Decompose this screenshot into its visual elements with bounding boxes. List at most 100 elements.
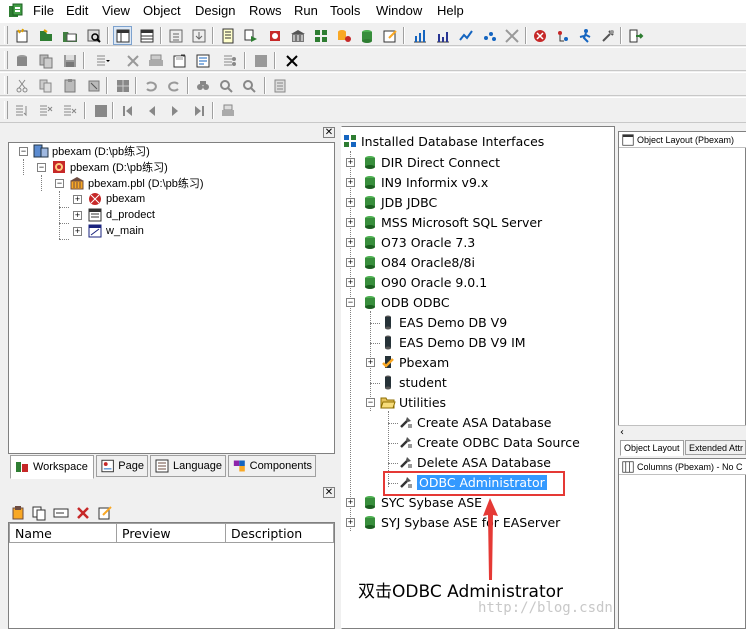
toolbar-grip[interactable] xyxy=(4,101,8,119)
grid2-icon[interactable] xyxy=(91,101,110,120)
filter-icon[interactable] xyxy=(36,101,55,120)
paste-icon[interactable] xyxy=(60,76,79,95)
save-icon[interactable] xyxy=(60,51,79,70)
tab-object-layout[interactable]: Object Layout xyxy=(620,440,684,456)
db-interface-jdb[interactable]: JDB JDBC xyxy=(362,194,437,210)
import-icon[interactable] xyxy=(189,26,208,45)
workspace-close-icon[interactable]: ✕ xyxy=(323,127,335,138)
debug-icon[interactable] xyxy=(265,26,284,45)
step-icon[interactable] xyxy=(553,26,572,45)
expand-icon[interactable]: + xyxy=(366,358,375,367)
expand-icon[interactable]: + xyxy=(346,278,355,287)
odbc-profile-student[interactable]: student xyxy=(380,374,447,390)
db-interface-syj[interactable]: SYJ Sybase ASE for EAServer xyxy=(362,514,560,530)
clear-icon[interactable] xyxy=(84,76,103,95)
odbc-profile-eas-demo-im[interactable]: EAS Demo DB V9 IM xyxy=(380,334,526,350)
tab-extended-attr[interactable]: Extended Attr xyxy=(685,440,746,455)
tree-target[interactable]: pbexam (D:\pb练习) xyxy=(51,159,168,175)
edit-icon[interactable] xyxy=(380,26,399,45)
copy-list-icon[interactable] xyxy=(29,503,48,522)
redo-icon[interactable] xyxy=(164,76,183,95)
db-profile-icon[interactable] xyxy=(334,26,353,45)
first-icon[interactable] xyxy=(118,101,137,120)
odbc-utilities[interactable]: Utilities xyxy=(380,394,446,410)
expand-icon[interactable]: + xyxy=(73,227,82,236)
column-header-name[interactable]: Name xyxy=(9,523,117,543)
tree-library[interactable]: pbexam.pbl (D:\pb练习) xyxy=(69,175,204,191)
undo-icon[interactable] xyxy=(141,76,160,95)
expand-icon[interactable]: + xyxy=(346,238,355,247)
run-icon[interactable] xyxy=(241,26,260,45)
database-icon[interactable] xyxy=(311,26,330,45)
column-header-description[interactable]: Description xyxy=(225,523,334,543)
expand-icon[interactable]: + xyxy=(346,218,355,227)
utility-delete-asa[interactable]: Delete ASA Database xyxy=(398,454,551,470)
copy-icon[interactable] xyxy=(36,76,55,95)
menu-rows[interactable]: Rows xyxy=(249,3,282,18)
db-interface-o73[interactable]: O73 Oracle 7.3 xyxy=(362,234,475,250)
prior-icon[interactable] xyxy=(142,101,161,120)
tab-workspace[interactable]: Workspace xyxy=(10,455,94,479)
expand-icon[interactable]: + xyxy=(346,178,355,187)
toolbar-grip[interactable] xyxy=(4,26,8,44)
tree-object-datawindow[interactable]: d_prodect xyxy=(87,207,155,223)
sort-icon[interactable] xyxy=(12,101,31,120)
menu-help[interactable]: Help xyxy=(437,3,464,18)
menu-run[interactable]: Run xyxy=(294,3,318,18)
odbc-profile-pbexam[interactable]: Pbexam xyxy=(380,354,449,370)
find-next-icon[interactable] xyxy=(240,76,259,95)
scroll-left-icon[interactable]: ‹ xyxy=(620,427,624,439)
document-icon[interactable] xyxy=(270,76,289,95)
menu-edit[interactable]: Edit xyxy=(66,3,88,18)
collapse-icon[interactable]: − xyxy=(346,298,355,307)
expand-icon[interactable]: + xyxy=(346,158,355,167)
print-icon[interactable] xyxy=(218,101,237,120)
runner-icon[interactable] xyxy=(575,26,594,45)
chart-icon-5[interactable] xyxy=(502,26,521,45)
open-icon[interactable] xyxy=(60,26,79,45)
last-icon[interactable] xyxy=(189,101,208,120)
align-icon[interactable] xyxy=(251,51,270,70)
replace-icon[interactable] xyxy=(217,76,236,95)
lower-panel-close-icon[interactable]: ✕ xyxy=(323,487,335,498)
expand-icon[interactable]: + xyxy=(346,258,355,267)
insert-dropdown-icon[interactable] xyxy=(89,51,117,70)
menu-file[interactable]: File xyxy=(33,3,54,18)
db-interface-dir[interactable]: DIR Direct Connect xyxy=(362,154,500,170)
db-painter-icon[interactable] xyxy=(357,26,376,45)
tree-object-window[interactable]: w_main xyxy=(87,223,144,239)
collapse-icon[interactable]: − xyxy=(366,398,375,407)
edit-note-icon[interactable] xyxy=(95,503,114,522)
db-interface-odb[interactable]: ODB ODBC xyxy=(362,294,450,310)
library-icon[interactable] xyxy=(288,26,307,45)
properties-icon[interactable] xyxy=(193,51,212,70)
collapse-icon[interactable]: − xyxy=(55,179,64,188)
delete-red-icon[interactable] xyxy=(73,503,92,522)
controls-icon[interactable] xyxy=(220,51,239,70)
new-icon[interactable] xyxy=(12,26,31,45)
cylinder-icon[interactable] xyxy=(12,51,31,70)
next-icon[interactable] xyxy=(165,101,184,120)
exit-icon[interactable] xyxy=(626,26,645,45)
db-interface-in9[interactable]: IN9 Informix v9.x xyxy=(362,174,488,190)
grid-layout-icon[interactable] xyxy=(137,26,156,45)
tree-object-application[interactable]: pbexam xyxy=(87,191,145,207)
retrieve-icon[interactable] xyxy=(60,101,79,120)
horizontal-scrollbar[interactable]: ‹ xyxy=(618,425,746,440)
odbc-profile-eas-demo[interactable]: EAS Demo DB V9 xyxy=(380,314,507,330)
expand-icon[interactable]: + xyxy=(346,518,355,527)
stop-icon[interactable] xyxy=(530,26,549,45)
expand-icon[interactable]: + xyxy=(346,498,355,507)
expand-icon[interactable]: + xyxy=(346,198,355,207)
tab-language[interactable]: Language xyxy=(150,455,226,477)
expand-icon[interactable]: + xyxy=(73,211,82,220)
tab-components[interactable]: Components xyxy=(228,455,316,477)
utility-create-odbc-source[interactable]: Create ODBC Data Source xyxy=(398,434,580,450)
collapse-icon[interactable]: − xyxy=(19,147,28,156)
column-header-preview[interactable]: Preview xyxy=(116,523,226,543)
tab-page[interactable]: Page xyxy=(96,455,148,477)
db-interface-o90[interactable]: O90 Oracle 9.0.1 xyxy=(362,274,487,290)
tree-workspace[interactable]: pbexam (D:\pb练习) xyxy=(33,143,150,159)
grid-icon[interactable] xyxy=(113,76,132,95)
close-icon[interactable] xyxy=(280,51,304,70)
